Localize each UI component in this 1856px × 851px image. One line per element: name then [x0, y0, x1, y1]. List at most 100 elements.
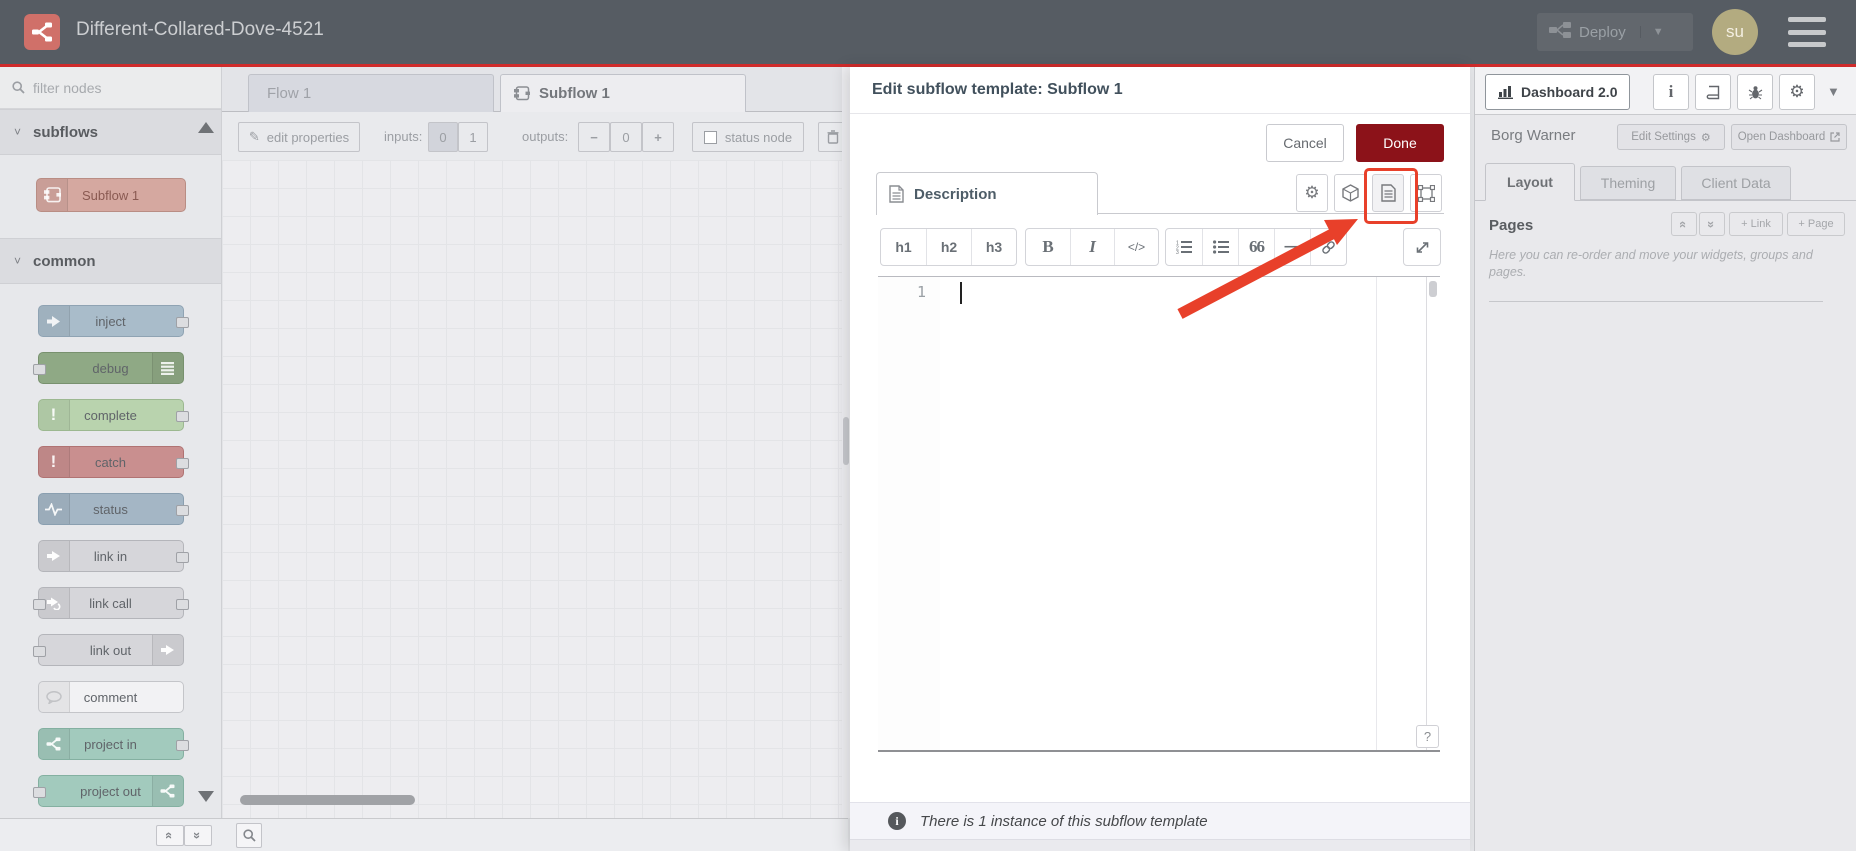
palette-node-subflow-1[interactable]: Subflow 1	[35, 178, 186, 212]
inputs-0-button[interactable]: 0	[428, 122, 458, 152]
tray-title: Edit subflow template: Subflow 1	[872, 81, 1123, 98]
node-port[interactable]	[175, 317, 189, 328]
scrollbar-thumb[interactable]	[1429, 281, 1437, 297]
palette-category-subflows[interactable]: ˅ subflows	[0, 109, 221, 155]
done-button[interactable]: Done	[1356, 124, 1444, 162]
palette-node-link-call[interactable]: link call	[32, 587, 189, 619]
edit-properties-button[interactable]: ✎ edit properties	[238, 122, 360, 152]
palette-filter[interactable]: filter nodes	[0, 67, 221, 109]
properties-button[interactable]: ⚙	[1296, 174, 1328, 212]
palette-node-complete[interactable]: complete!	[37, 399, 189, 431]
node-port[interactable]	[175, 552, 189, 563]
gear-icon: ⚙	[1789, 82, 1805, 101]
comment-icon	[38, 682, 70, 712]
open-dashboard-button[interactable]: Open Dashboard	[1731, 124, 1847, 150]
tab-client-data[interactable]: Client Data	[1681, 166, 1791, 200]
node-port[interactable]	[175, 599, 189, 610]
add-link-button[interactable]: + Link	[1729, 212, 1783, 236]
deploy-caret-icon[interactable]: ▼	[1639, 26, 1664, 38]
delete-subflow-button[interactable]	[818, 122, 842, 152]
node-red-app: Different-Collared-Dove-4521 Deploy ▼ su	[0, 0, 1856, 851]
node-port[interactable]	[175, 411, 189, 422]
bug-icon	[1748, 85, 1762, 99]
sidebar-splitter[interactable]	[842, 67, 850, 818]
debug-icon	[151, 353, 183, 383]
palette-node-debug[interactable]: debug	[32, 352, 184, 384]
tab-layout[interactable]: Layout	[1485, 163, 1575, 201]
tray-title-separator	[850, 113, 1470, 114]
palette-node-catch[interactable]: catch!	[37, 446, 189, 478]
flow-canvas[interactable]	[222, 160, 842, 818]
palette-scroll-down-icon[interactable]	[198, 791, 214, 802]
navigator-toggle-button[interactable]	[236, 823, 262, 848]
palette-node-status[interactable]: status	[37, 493, 189, 525]
splitter-grip[interactable]	[843, 417, 849, 465]
palette-scroll-up-icon[interactable]	[198, 122, 214, 133]
outputs-minus-button[interactable]: −	[578, 122, 610, 152]
md-italic-button[interactable]: I	[1070, 229, 1114, 265]
node-port[interactable]	[175, 740, 189, 751]
cancel-button[interactable]: Cancel	[1266, 124, 1344, 162]
tab-subflow-1[interactable]: Subflow 1	[500, 74, 746, 112]
editor-vertical-scrollbar[interactable]	[1426, 277, 1440, 750]
checkbox-icon	[703, 130, 717, 144]
help-button[interactable]: ?	[1416, 725, 1439, 748]
md-hr-button[interactable]: —	[1274, 229, 1310, 265]
move-down-button[interactable]: »	[1699, 212, 1725, 236]
node-port[interactable]	[175, 458, 189, 469]
node-port[interactable]	[32, 364, 46, 375]
tab-dashboard-2[interactable]: Dashboard 2.0	[1485, 74, 1631, 110]
outputs-label: outputs:	[522, 129, 569, 144]
md-ordered-list-button[interactable]: 123	[1166, 229, 1202, 265]
user-avatar[interactable]: su	[1712, 9, 1758, 55]
sidebar-menu-caret-icon[interactable]: ▼	[1827, 84, 1840, 99]
md-h2-button[interactable]: h2	[926, 229, 971, 265]
info-tab-button[interactable]: i	[1653, 74, 1689, 110]
node-port[interactable]	[175, 505, 189, 516]
outputs-plus-button[interactable]: +	[642, 122, 674, 152]
canvas-horizontal-scrollbar[interactable]	[240, 795, 415, 805]
tab-theming[interactable]: Theming	[1580, 166, 1676, 200]
config-tab-button[interactable]: ⚙	[1779, 74, 1815, 110]
palette-node-project-out[interactable]: project out	[32, 775, 184, 807]
palette-node-comment[interactable]: comment	[37, 681, 184, 713]
palette-node-inject[interactable]: inject	[37, 305, 189, 337]
help-tab-button[interactable]	[1695, 74, 1731, 110]
node-port[interactable]	[32, 787, 46, 798]
module-properties-button[interactable]	[1334, 174, 1366, 212]
palette-node-project-in[interactable]: project in	[37, 728, 189, 760]
tab-description[interactable]: Description	[876, 172, 1098, 215]
md-h1-button[interactable]: h1	[881, 229, 926, 265]
status-node-checkbox[interactable]: status node	[692, 122, 804, 152]
debug-tab-button[interactable]	[1737, 74, 1773, 110]
edit-settings-button[interactable]: Edit Settings ⚙	[1617, 124, 1725, 150]
md-heading-group: h1 h2 h3	[880, 228, 1017, 266]
palette-collapse-all-button[interactable]: «	[156, 825, 184, 846]
md-bold-button[interactable]: B	[1026, 229, 1070, 265]
main-menu-icon[interactable]	[1788, 17, 1826, 47]
tab-flow-1[interactable]: Flow 1	[248, 74, 494, 112]
description-tab-label: Description	[914, 185, 997, 203]
md-h3-button[interactable]: h3	[971, 229, 1016, 265]
editor-expand-button[interactable]	[1403, 228, 1441, 266]
subflow-toolbar: ✎ edit properties inputs: 0 1 outputs: −…	[222, 112, 842, 160]
md-unordered-list-button[interactable]	[1202, 229, 1238, 265]
palette-node-link-out[interactable]: link out	[32, 634, 184, 666]
dashboard-name: Borg Warner	[1491, 127, 1576, 144]
description-editor[interactable]: 1	[878, 276, 1440, 752]
md-quote-button[interactable]: 66	[1238, 229, 1274, 265]
status-icon	[38, 494, 70, 524]
move-up-button[interactable]: «	[1671, 212, 1697, 236]
palette-node-list: Subflow 1	[0, 155, 221, 238]
palette-category-common[interactable]: ˅ common	[0, 238, 221, 284]
inputs-1-button[interactable]: 1	[458, 122, 488, 152]
md-link-button[interactable]	[1310, 229, 1346, 265]
workspace-footer: « »	[0, 818, 848, 851]
deploy-button[interactable]: Deploy ▼	[1537, 13, 1693, 51]
node-port[interactable]	[32, 646, 46, 657]
palette-expand-all-button[interactable]: »	[184, 825, 212, 846]
md-code-button[interactable]: </>	[1114, 229, 1158, 265]
node-port[interactable]	[32, 599, 46, 610]
palette-node-link-in[interactable]: link in	[37, 540, 189, 572]
add-page-button[interactable]: + Page	[1787, 212, 1845, 236]
